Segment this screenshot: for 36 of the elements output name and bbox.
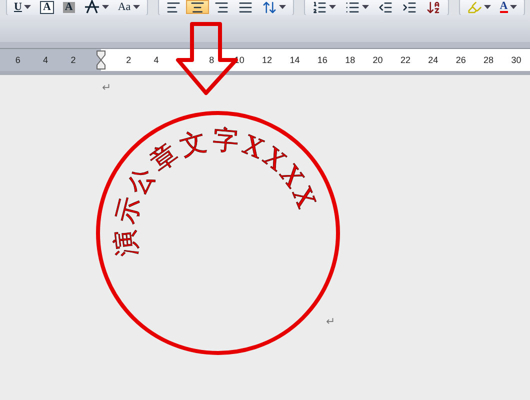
ruler-number: 4 — [152, 54, 160, 67]
font-color-button[interactable]: A — [496, 0, 521, 14]
line-spacing-icon — [262, 0, 277, 14]
ruler-number: 4 — [42, 54, 50, 67]
strikethrough-a-icon — [84, 0, 100, 14]
ruler-number: 20 — [372, 54, 384, 67]
ruler-number: 12 — [261, 54, 274, 67]
indent-marker-icon[interactable] — [96, 50, 106, 70]
ruler-number: 22 — [399, 54, 412, 67]
ruler-number: 2 — [125, 54, 132, 67]
align-right-icon — [214, 0, 229, 14]
ruler-number: 26 — [454, 54, 467, 67]
ruler-number: 28 — [482, 54, 495, 67]
sort-icon — [426, 0, 441, 14]
highlighter-icon — [466, 0, 482, 14]
shaded-button[interactable]: A — [58, 0, 79, 14]
justify-icon — [238, 0, 253, 14]
ruler-number: 14 — [288, 54, 301, 67]
align-center-button[interactable] — [186, 0, 209, 14]
underline-button[interactable]: U — [10, 0, 35, 14]
ruler-number: 16 — [316, 54, 328, 67]
ruler-number: 6 — [14, 54, 22, 67]
case-button[interactable]: Aa — [114, 0, 144, 14]
ruler-number: 24 — [427, 54, 440, 67]
numbered-list-icon — [312, 0, 327, 14]
ruler-number: 2 — [70, 54, 77, 67]
paragraph-mark: ↵ — [102, 81, 111, 94]
align-center-icon — [190, 0, 205, 14]
decrease-indent-icon — [378, 0, 393, 14]
align-left-icon — [166, 0, 181, 14]
ruler-number: 8 — [208, 54, 216, 67]
increase-indent-icon — [402, 0, 417, 14]
ruler-number: 18 — [344, 54, 356, 67]
paragraph-mark: ↵ — [326, 315, 335, 328]
ruler-number: 30 — [510, 54, 522, 67]
bullet-list-icon — [344, 0, 360, 14]
